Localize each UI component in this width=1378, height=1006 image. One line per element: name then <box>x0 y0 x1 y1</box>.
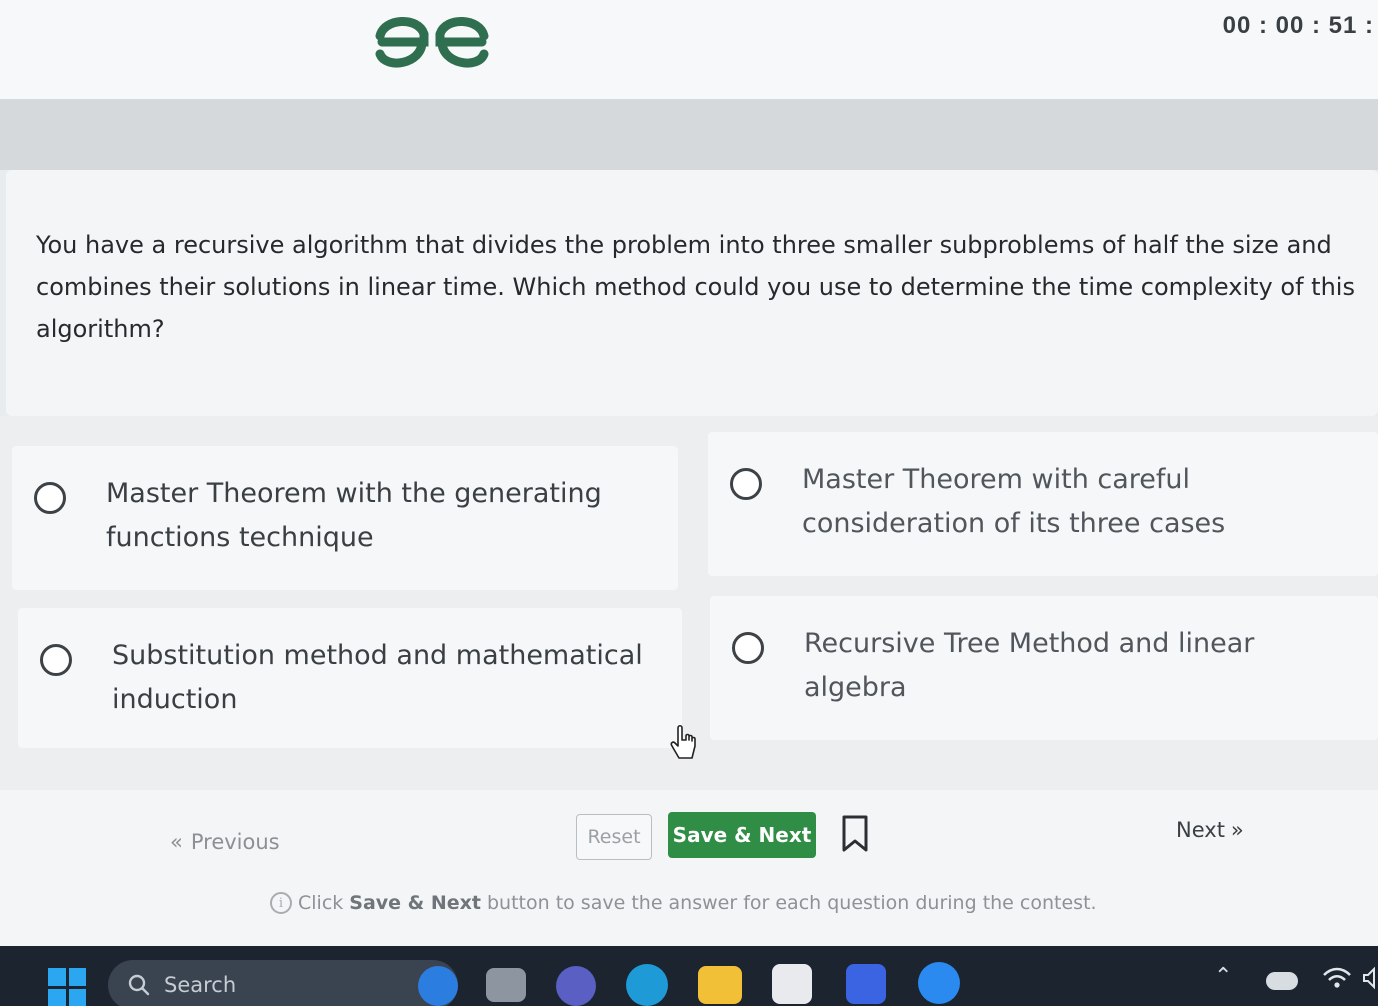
wifi-icon[interactable] <box>1322 966 1352 990</box>
header-band <box>0 100 1378 170</box>
next-label: Next <box>1176 818 1225 842</box>
double-chevron-right-icon: » <box>1230 818 1244 842</box>
info-bold: Save & Next <box>349 892 481 914</box>
info-message: i Click Save & Next button to save the a… <box>270 892 1097 914</box>
gfg-logo[interactable] <box>372 10 492 76</box>
info-prefix: Click <box>298 892 344 914</box>
top-bar: 00 : 00 : 51 : <box>0 0 1378 100</box>
option-label: Master Theorem with careful consideratio… <box>802 464 1226 539</box>
previous-label: Previous <box>190 830 280 854</box>
option-2[interactable]: Master Theorem with careful consideratio… <box>708 432 1378 576</box>
double-chevron-left-icon: « <box>170 830 183 854</box>
chevron-up-icon[interactable]: ⌃ <box>1214 964 1232 989</box>
info-suffix: button to save the answer for each quest… <box>486 892 1097 914</box>
option-1[interactable]: Master Theorem with the generating funct… <box>12 446 678 590</box>
radio-button[interactable] <box>34 482 66 514</box>
edge-icon[interactable] <box>626 964 668 1006</box>
question-card: You have a recursive algorithm that divi… <box>6 170 1378 416</box>
countdown-timer: 00 : 00 : 51 : <box>1222 12 1374 39</box>
option-label: Substitution method and mathematical ind… <box>112 640 643 715</box>
teams-icon[interactable] <box>556 966 596 1006</box>
taskbar: Search ⌃ <box>0 946 1378 1006</box>
info-icon: i <box>270 892 292 914</box>
onedrive-icon[interactable] <box>1266 972 1298 990</box>
taskbar-search[interactable]: Search <box>108 960 458 1006</box>
previous-button[interactable]: « Previous <box>170 830 280 854</box>
search-placeholder: Search <box>164 973 237 997</box>
file-explorer-icon[interactable] <box>698 966 742 1004</box>
volume-icon[interactable] <box>1362 966 1378 990</box>
store-icon[interactable] <box>772 964 812 1004</box>
hand-cursor-icon <box>670 724 696 759</box>
app-icon[interactable] <box>846 964 886 1004</box>
question-text: You have a recursive algorithm that divi… <box>36 231 1355 343</box>
reset-button[interactable]: Reset <box>576 814 652 860</box>
option-3[interactable]: Substitution method and mathematical ind… <box>18 608 682 748</box>
bing-icon[interactable] <box>418 966 458 1006</box>
search-icon <box>128 974 150 996</box>
radio-button[interactable] <box>732 632 764 664</box>
option-label: Recursive Tree Method and linear algebra <box>804 628 1255 703</box>
media-player-icon[interactable] <box>918 962 960 1004</box>
windows-start-icon[interactable] <box>48 968 86 1006</box>
taskview-icon[interactable] <box>486 968 526 1002</box>
option-4[interactable]: Recursive Tree Method and linear algebra <box>710 596 1378 740</box>
radio-button[interactable] <box>40 644 72 676</box>
radio-button[interactable] <box>730 468 762 500</box>
option-label: Master Theorem with the generating funct… <box>106 478 602 553</box>
save-next-button[interactable]: Save & Next <box>668 812 816 858</box>
footer-bar: « Previous Reset Save & Next Next » i Cl… <box>0 790 1378 946</box>
next-button[interactable]: Next » <box>1176 818 1244 842</box>
bookmark-icon[interactable] <box>840 814 870 854</box>
